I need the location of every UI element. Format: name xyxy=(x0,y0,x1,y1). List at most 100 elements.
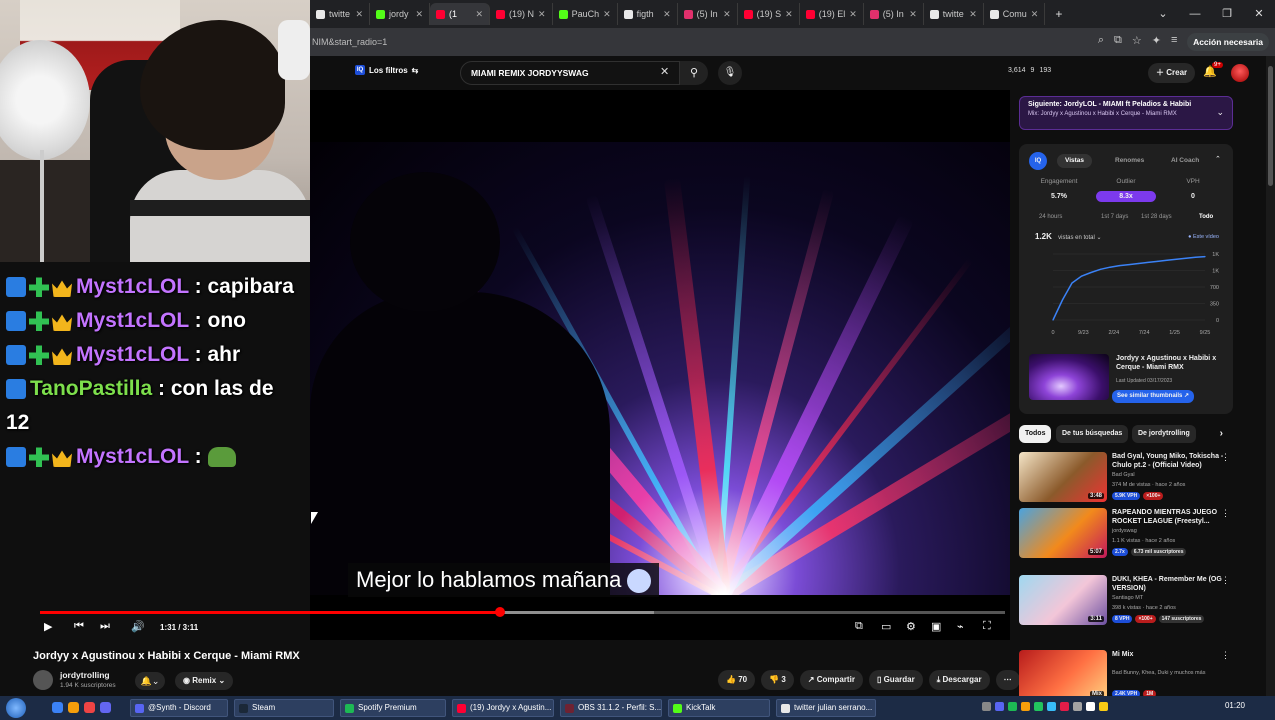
browser-tab[interactable]: (19) S ✕ xyxy=(738,3,800,25)
chip-from-channel[interactable]: De jordytrolling xyxy=(1132,425,1196,443)
previous-icon[interactable]: ⏮ xyxy=(74,620,84,633)
tray-spotify-icon[interactable] xyxy=(1008,702,1017,711)
tray-nvidia-icon[interactable] xyxy=(1034,702,1043,711)
new-tab-button[interactable]: + xyxy=(1055,7,1062,21)
video-player[interactable]: Mejor lo hablamos mañana xyxy=(310,90,1010,640)
maximize-icon[interactable]: ❐ xyxy=(1211,0,1243,28)
video-title[interactable]: Bad Gyal, Young Miko, Tokischa - Chulo p… xyxy=(1112,452,1224,470)
cast-icon[interactable]: ⌁ xyxy=(957,620,964,633)
browser-tab[interactable]: twitte ✕ xyxy=(924,3,984,25)
video-title[interactable]: DUKI, KHEA - Remember Me (OG VERSION) xyxy=(1112,575,1224,593)
clear-search-icon[interactable]: ✕ xyxy=(660,65,669,78)
taskbar-window[interactable]: twitter julian serrano... xyxy=(776,699,876,717)
recommended-video[interactable]: 3:48 Bad Gyal, Young Miko, Tokischa - Chu… xyxy=(1019,452,1234,512)
channel-name[interactable]: jordytrolling xyxy=(60,670,110,680)
taskbar-window[interactable]: (19) Jordyy x Agustin... xyxy=(452,699,554,717)
similar-thumbnails-button[interactable]: See similar thumbnails ↗ xyxy=(1112,390,1195,403)
video-title[interactable]: Mi Mix xyxy=(1112,650,1224,659)
tray-battery-icon[interactable] xyxy=(1099,702,1108,711)
save-button[interactable]: ▯ Guardar xyxy=(868,670,923,690)
close-tab-icon[interactable]: ✕ xyxy=(785,9,793,20)
more-options-icon[interactable]: ⋮ xyxy=(1221,575,1230,586)
up-next-card[interactable]: Siguiente: JordyLOL - MIAMI ft Peladios … xyxy=(1019,96,1233,130)
video-channel[interactable]: Bad Gyal xyxy=(1112,472,1135,478)
views-dropdown[interactable]: vistas en total ⌄ xyxy=(1058,235,1101,241)
chat-username[interactable]: Myst1cLOL xyxy=(76,309,189,332)
video-thumbnail[interactable]: 3:11 xyxy=(1019,575,1107,625)
chat-username[interactable]: Myst1cLOL xyxy=(76,343,189,366)
create-button[interactable]: ＋ Crear xyxy=(1148,63,1196,83)
close-tab-icon[interactable]: ✕ xyxy=(355,9,363,20)
close-tab-icon[interactable]: ✕ xyxy=(663,9,671,20)
close-tab-icon[interactable]: ✕ xyxy=(969,9,977,20)
download-button[interactable]: ⤓ Descargar xyxy=(928,670,990,690)
progress-bar[interactable] xyxy=(40,607,1005,617)
filters-button[interactable]: IQ Los filtros ⇆ xyxy=(355,65,418,75)
close-tab-icon[interactable]: ✕ xyxy=(723,9,731,20)
share-button[interactable]: ↗ Compartir xyxy=(799,670,863,690)
miniplayer-icon[interactable]: ⧉ xyxy=(855,620,863,633)
cast-icon[interactable]: ⧉ xyxy=(1114,34,1122,47)
video-thumbnail[interactable]: 3:48 xyxy=(1019,452,1107,502)
more-options-icon[interactable]: ⋮ xyxy=(1221,508,1230,519)
close-tab-icon[interactable]: ✕ xyxy=(415,9,423,20)
recommended-video[interactable]: 3:11 DUKI, KHEA - Remember Me (OG VERSION… xyxy=(1019,575,1234,635)
close-window-icon[interactable]: ✕ xyxy=(1243,0,1275,28)
tray-obs-icon[interactable] xyxy=(1060,702,1069,711)
taskbar-clock[interactable]: 01:20 xyxy=(1225,701,1245,710)
start-button[interactable] xyxy=(6,698,26,718)
search-button[interactable]: ⚲ xyxy=(680,61,708,85)
subscription-bell-button[interactable]: 🔔⌄ xyxy=(135,672,165,690)
browser-tab[interactable]: (5) In ✕ xyxy=(678,3,738,25)
video-channel[interactable]: Bad Bunny, Khea, Duki y muchos más xyxy=(1112,670,1205,676)
fullscreen-icon[interactable]: ⛶ xyxy=(983,620,991,633)
like-button[interactable]: 👍 70 xyxy=(718,670,756,690)
app-icon[interactable] xyxy=(100,702,111,713)
tab-views[interactable]: Vistas xyxy=(1057,154,1093,168)
reading-list-icon[interactable]: ≡ xyxy=(1171,34,1177,47)
url-field[interactable]: NIM&start_radio=1 xyxy=(312,37,387,47)
zoom-icon[interactable]: ⌕ xyxy=(1098,34,1104,47)
more-actions-button[interactable]: ⋯ xyxy=(995,670,1020,690)
chevron-down-icon[interactable]: ⌄ xyxy=(1216,107,1224,118)
browser-tab[interactable]: (19) N ✕ xyxy=(490,3,553,25)
subtitles-icon[interactable]: ▭ xyxy=(881,620,891,633)
chip-from-searches[interactable]: De tus búsquedas xyxy=(1056,425,1129,443)
browser-tab[interactable]: (1 ✕ xyxy=(430,3,490,25)
tray-gear-icon[interactable] xyxy=(982,702,991,711)
extensions-icon[interactable]: ✦ xyxy=(1152,34,1161,47)
tray-network-icon[interactable] xyxy=(1073,702,1082,711)
more-options-icon[interactable]: ⋮ xyxy=(1221,650,1230,661)
browser-tab[interactable]: Comu ✕ xyxy=(984,3,1046,25)
browser-tab[interactable]: (5) In ✕ xyxy=(864,3,924,25)
collapse-icon[interactable]: ⌃ xyxy=(1215,155,1221,163)
chat-username[interactable]: Myst1cLOL xyxy=(76,275,189,298)
close-tab-icon[interactable]: ✕ xyxy=(849,9,857,20)
chevron-right-icon[interactable]: › xyxy=(1220,428,1223,439)
settings-gear-icon[interactable]: ⚙ xyxy=(906,620,916,633)
bookmark-star-icon[interactable]: ☆ xyxy=(1132,34,1142,47)
chrome-icon[interactable] xyxy=(84,702,95,713)
tab-ai-coach[interactable]: AI Coach xyxy=(1163,154,1207,168)
browser-tab[interactable]: (19) El ✕ xyxy=(800,3,864,25)
video-thumbnail[interactable]: Mix xyxy=(1019,650,1107,700)
video-channel[interactable]: jordyswag xyxy=(1112,528,1137,534)
tray-volume-icon[interactable] xyxy=(1086,702,1095,711)
chip-all[interactable]: Todos xyxy=(1019,425,1052,443)
dislike-button[interactable]: 👎 3 xyxy=(761,670,794,690)
remix-button[interactable]: ◉ Remix ⌄ xyxy=(175,672,234,690)
tray-steam-icon[interactable] xyxy=(1047,702,1056,711)
taskbar-window[interactable]: OBS 31.1.2 - Perfil: S... xyxy=(560,699,662,717)
theater-mode-icon[interactable]: ▣ xyxy=(931,620,941,633)
period-24h[interactable]: 24 hours xyxy=(1039,214,1062,220)
tab-renomes[interactable]: Renomes xyxy=(1107,154,1152,168)
browser-tab[interactable]: figth ✕ xyxy=(618,3,678,25)
close-tab-icon[interactable]: ✕ xyxy=(909,9,917,20)
taskbar-window[interactable]: Steam xyxy=(234,699,334,717)
period-28d[interactable]: 1st 28 days xyxy=(1141,214,1172,220)
browser-tab[interactable]: PauCh ✕ xyxy=(553,3,618,25)
recommended-video[interactable]: 5:07 RAPEANDO MIENTRAS JUEGO ROCKET LEAGU… xyxy=(1019,508,1234,568)
chat-username[interactable]: Myst1cLOL xyxy=(76,445,189,468)
next-icon[interactable]: ⏭ xyxy=(100,620,110,633)
volume-icon[interactable]: 🔊 xyxy=(131,620,145,633)
